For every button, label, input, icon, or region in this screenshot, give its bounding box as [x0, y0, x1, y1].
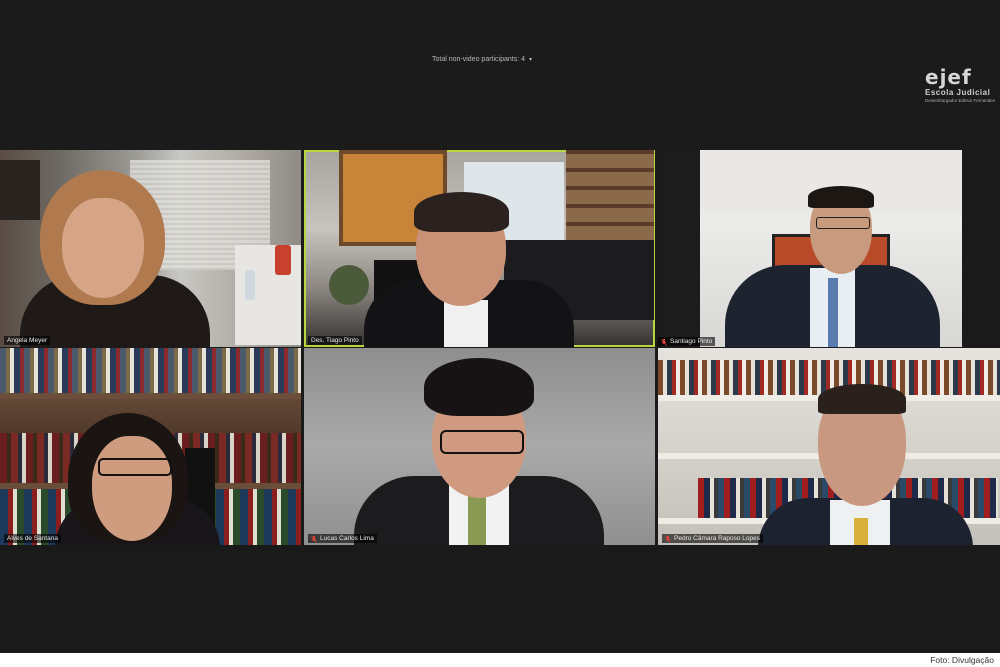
video-tile[interactable]: Lucas Carlos Lima	[304, 348, 655, 545]
tile-gap	[658, 150, 700, 347]
participant-name-tag: Lucas Carlos Lima	[308, 534, 377, 543]
video-tile[interactable]: Alves de Santana	[0, 348, 301, 545]
person-tie	[828, 278, 838, 347]
ejef-logo: ejef Escola Judicial Desembargador Edési…	[925, 67, 997, 103]
video-tile[interactable]	[700, 150, 962, 347]
person-hair	[414, 192, 509, 232]
participant-name-tag: Des. Tiago Pinto	[308, 336, 362, 345]
non-video-participants-label: Total non-video participants: 4	[432, 56, 525, 63]
video-tile-active-speaker[interactable]: Des. Tiago Pinto	[304, 150, 655, 347]
chevron-down-icon: ▾	[529, 57, 533, 63]
glasses	[440, 430, 524, 454]
person-hair	[808, 186, 874, 208]
video-tile[interactable]: Pedro Câmara Raposo Lopes	[658, 348, 1000, 545]
participant-name-tag: Alves de Santana	[4, 534, 61, 543]
person-hair	[424, 358, 534, 416]
logo-mark: ejef	[925, 65, 972, 89]
photo-credit: Foto: Divulgação	[930, 655, 994, 665]
participant-name: Lucas Carlos Lima	[320, 535, 374, 542]
person-face	[92, 436, 172, 541]
name-tag-container: Santiago Pinto	[658, 332, 748, 346]
participant-name: Des. Tiago Pinto	[311, 337, 359, 344]
person-tie	[854, 518, 868, 545]
shelf	[0, 393, 301, 399]
glasses	[98, 458, 172, 476]
bookshelf-row	[0, 348, 301, 393]
muted-mic-icon	[661, 338, 667, 346]
person-face	[62, 198, 144, 298]
plant	[329, 265, 369, 305]
logo-line2: Desembargador Edésio Fernandes	[925, 98, 996, 103]
glasses	[816, 217, 870, 229]
red-object	[275, 245, 291, 275]
video-tile[interactable]: Angela Meyer	[0, 150, 301, 347]
bottle	[245, 270, 255, 300]
participant-name: Angela Meyer	[7, 337, 48, 344]
person-shirt	[444, 300, 488, 347]
muted-mic-icon	[665, 535, 671, 543]
participant-name-tag: Pedro Câmara Raposo Lopes	[662, 534, 763, 543]
participant-name-tag: Angela Meyer	[4, 336, 51, 345]
credit-bar	[0, 653, 1000, 667]
participant-name-tag: Santiago Pinto	[658, 337, 716, 346]
background-object	[0, 160, 40, 220]
participant-name: Alves de Santana	[7, 535, 58, 542]
person-hair	[818, 384, 906, 414]
logo-line1: Escola Judicial	[925, 88, 991, 97]
meeting-top-bar: Total non-video participants: 4 ▾ ejef E…	[0, 0, 1000, 150]
participant-name: Pedro Câmara Raposo Lopes	[674, 535, 760, 542]
non-video-participants-toggle[interactable]: Total non-video participants: 4 ▾	[432, 56, 532, 63]
muted-mic-icon	[311, 535, 317, 543]
participant-name: Santiago Pinto	[670, 338, 713, 345]
